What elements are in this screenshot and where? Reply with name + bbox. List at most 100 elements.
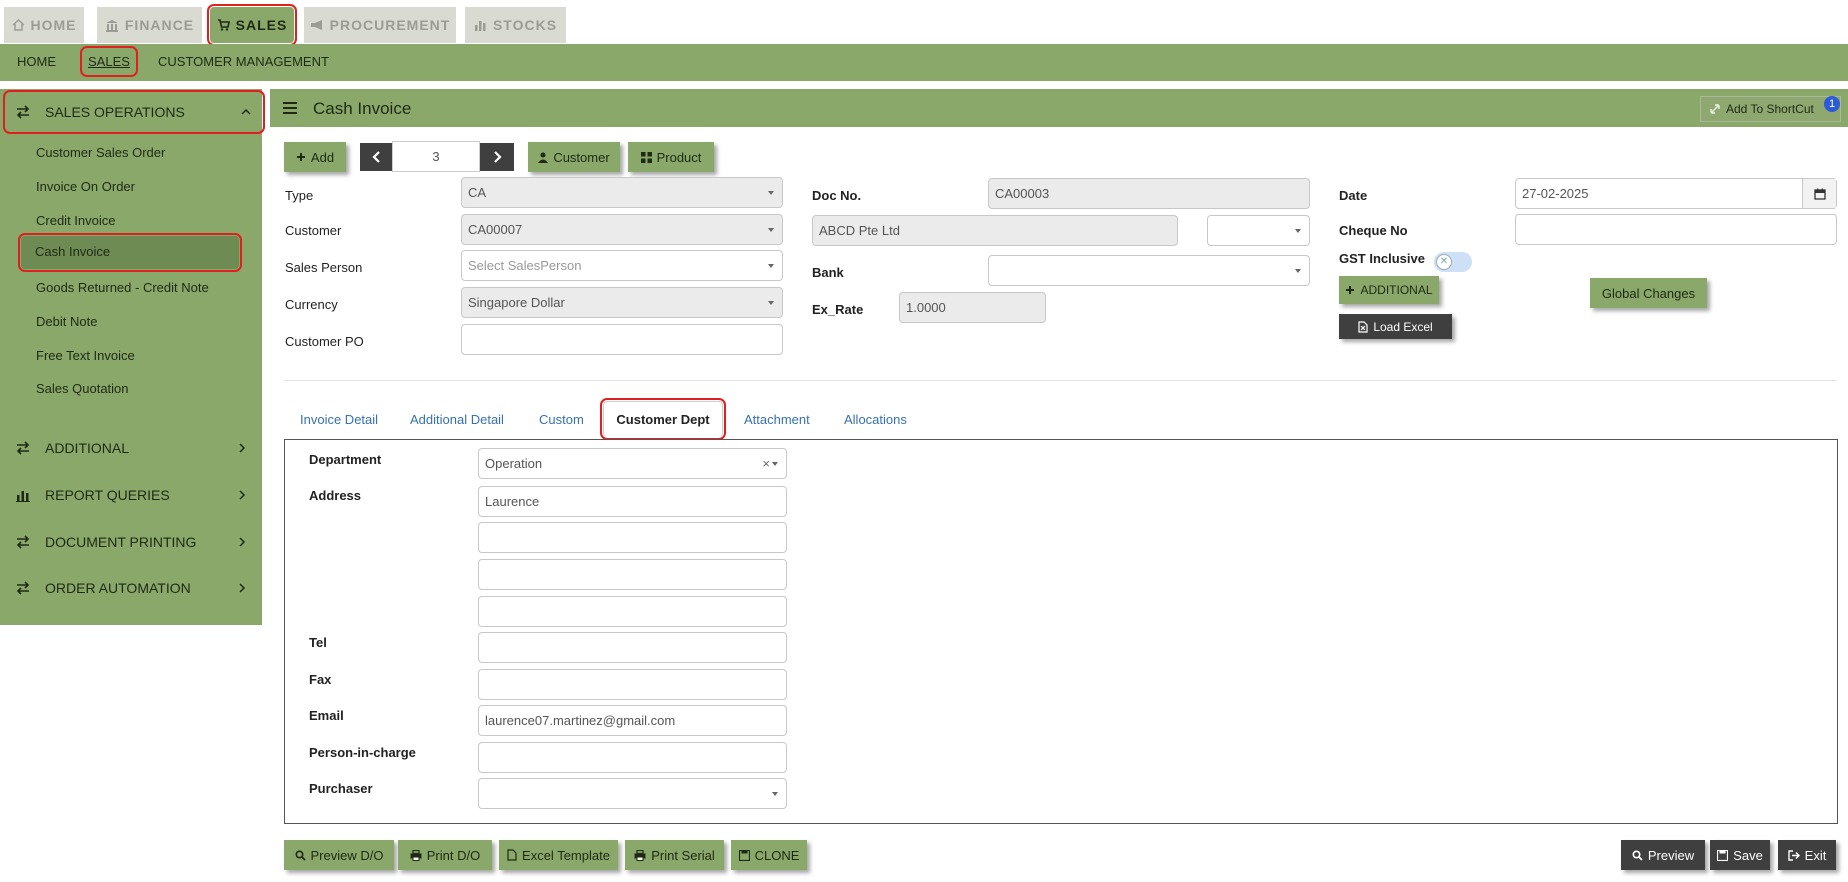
- product-button-label: Product: [656, 149, 702, 165]
- doc-no-input[interactable]: CA00003: [988, 178, 1310, 209]
- tab-invoice-detail[interactable]: Invoice Detail: [300, 412, 378, 427]
- sales-person-select[interactable]: Select SalesPerson: [461, 250, 783, 281]
- fax-input[interactable]: [478, 669, 787, 700]
- sidebar-item-invoice-on-order[interactable]: Invoice On Order: [36, 179, 135, 194]
- sidebar-item-sales-quotation[interactable]: Sales Quotation: [36, 381, 129, 396]
- top-tab-sales-label: SALES: [235, 17, 288, 33]
- load-excel-button[interactable]: Load Excel: [1339, 314, 1452, 339]
- top-tab-finance[interactable]: FINANCE: [97, 7, 202, 43]
- customer-select[interactable]: CA00007: [461, 214, 783, 245]
- tel-label: Tel: [309, 635, 327, 650]
- product-button[interactable]: Product: [628, 142, 714, 172]
- sidebar-item-goods-returned[interactable]: Goods Returned - Credit Note: [36, 280, 209, 295]
- sidebar-item-free-text-invoice[interactable]: Free Text Invoice: [36, 348, 135, 363]
- top-tab-stocks-label: STOCKS: [492, 17, 558, 33]
- currency-select[interactable]: Singapore Dollar: [461, 287, 783, 318]
- excel-template-button[interactable]: Excel Template: [499, 840, 618, 870]
- calendar-icon: [1813, 188, 1826, 200]
- exit-button[interactable]: Exit: [1778, 840, 1836, 870]
- global-changes-button[interactable]: Global Changes: [1590, 278, 1707, 308]
- tab-allocations[interactable]: Allocations: [844, 412, 907, 427]
- print-do-label: Print D/O: [426, 847, 481, 863]
- sidebar-section-order-automation[interactable]: ORDER AUTOMATION: [0, 569, 262, 607]
- sidebar-item-credit-invoice[interactable]: Credit Invoice: [36, 213, 115, 228]
- dropdown-caret-icon: [772, 462, 778, 466]
- top-tab-home[interactable]: HOME: [4, 7, 84, 43]
- sidebar-section-document-printing[interactable]: DOCUMENT PRINTING: [0, 523, 262, 561]
- add-button[interactable]: Add: [284, 142, 346, 172]
- date-input[interactable]: 27-02-2025: [1515, 178, 1837, 209]
- subnav-sales[interactable]: SALES: [80, 46, 138, 77]
- clear-selection-icon[interactable]: ×: [762, 456, 770, 471]
- currency-value: Singapore Dollar: [468, 295, 565, 310]
- sidebar-section-additional[interactable]: ADDITIONAL: [0, 429, 262, 467]
- department-select[interactable]: Operation ×: [478, 448, 787, 479]
- tab-custom[interactable]: Custom: [539, 412, 584, 427]
- sidebar-section-sales-operations[interactable]: SALES OPERATIONS: [3, 90, 265, 134]
- plus-icon: [296, 153, 305, 161]
- bank-select[interactable]: [988, 255, 1310, 286]
- print-serial-button[interactable]: Print Serial: [625, 840, 724, 870]
- customer-po-input[interactable]: [461, 324, 783, 355]
- top-tab-finance-label: FINANCE: [124, 17, 195, 33]
- chevron-right-icon: [494, 151, 502, 163]
- ex-rate-input[interactable]: 1.0000: [899, 292, 1046, 323]
- save-button[interactable]: Save: [1710, 840, 1770, 870]
- print-serial-label: Print Serial: [651, 847, 715, 863]
- previous-record-button[interactable]: [360, 143, 394, 171]
- sidebar-item-cash-invoice[interactable]: Cash Invoice: [18, 233, 242, 272]
- top-tab-stocks[interactable]: STOCKS: [465, 7, 566, 43]
- hamburger-menu-icon[interactable]: [283, 102, 297, 114]
- sidebar-item-debit-note[interactable]: Debit Note: [36, 314, 97, 329]
- load-excel-button-label: Load Excel: [1373, 319, 1433, 334]
- page-title: Cash Invoice: [313, 99, 412, 118]
- dropdown-caret-icon: [772, 792, 778, 796]
- address-line-1-input[interactable]: Laurence: [478, 486, 787, 517]
- tab-additional-detail[interactable]: Additional Detail: [410, 412, 504, 427]
- customer-button[interactable]: Customer: [528, 142, 620, 172]
- bar-chart-icon: [16, 491, 30, 502]
- department-label: Department: [309, 452, 382, 467]
- tab-customer-dept[interactable]: Customer Dept: [600, 398, 726, 440]
- record-number-input[interactable]: 3: [392, 141, 480, 172]
- date-value: 27-02-2025: [1522, 186, 1589, 201]
- address-line-2-input[interactable]: [478, 522, 787, 553]
- subnav-customer-management[interactable]: CUSTOMER MANAGEMENT: [158, 54, 329, 69]
- subnav-home[interactable]: HOME: [17, 54, 56, 69]
- tel-input[interactable]: [478, 632, 787, 663]
- clone-button[interactable]: CLONE: [731, 840, 807, 870]
- print-do-button[interactable]: Print D/O: [398, 840, 492, 870]
- add-to-shortcut-button[interactable]: Add To ShortCut 1: [1700, 96, 1841, 122]
- email-input[interactable]: laurence07.martinez@gmail.com: [478, 705, 787, 736]
- cheque-no-input[interactable]: [1515, 214, 1837, 245]
- person-in-charge-input[interactable]: [478, 742, 787, 773]
- next-record-button[interactable]: [480, 143, 514, 171]
- file-icon: [507, 849, 517, 861]
- additional-button[interactable]: ADDITIONAL: [1339, 276, 1439, 304]
- top-tab-sales[interactable]: SALES: [207, 4, 297, 46]
- plus-icon: [1346, 286, 1355, 294]
- gst-inclusive-toggle[interactable]: ✕: [1434, 252, 1472, 272]
- calendar-button[interactable]: [1802, 179, 1836, 208]
- dropdown-caret-icon: [1295, 229, 1301, 233]
- ex-rate-label: Ex_Rate: [812, 302, 864, 317]
- type-select[interactable]: CA: [461, 177, 783, 208]
- purchaser-select[interactable]: [478, 778, 787, 809]
- preview-do-button[interactable]: Preview D/O: [284, 840, 394, 870]
- bar-chart-icon: [474, 21, 486, 31]
- purchaser-label: Purchaser: [309, 781, 373, 796]
- sidebar-section-report-queries[interactable]: REPORT QUERIES: [0, 476, 262, 514]
- address-line-4-input[interactable]: [478, 596, 787, 627]
- page-header: [270, 89, 1848, 127]
- address-line-3-input[interactable]: [478, 559, 787, 590]
- sidebar-item-customer-sales-order[interactable]: Customer Sales Order: [36, 145, 165, 160]
- customer-extra-select[interactable]: [1207, 215, 1310, 246]
- preview-button[interactable]: Preview: [1621, 840, 1705, 870]
- chevron-up-icon: [241, 108, 251, 115]
- top-tab-procurement-label: PROCUREMENT: [329, 17, 451, 33]
- top-tab-procurement[interactable]: PROCUREMENT: [304, 7, 456, 43]
- customer-name-input[interactable]: ABCD Pte Ltd: [812, 215, 1178, 246]
- email-label: Email: [309, 708, 344, 723]
- sidebar-section-label: ORDER AUTOMATION: [45, 580, 191, 596]
- tab-attachment[interactable]: Attachment: [744, 412, 810, 427]
